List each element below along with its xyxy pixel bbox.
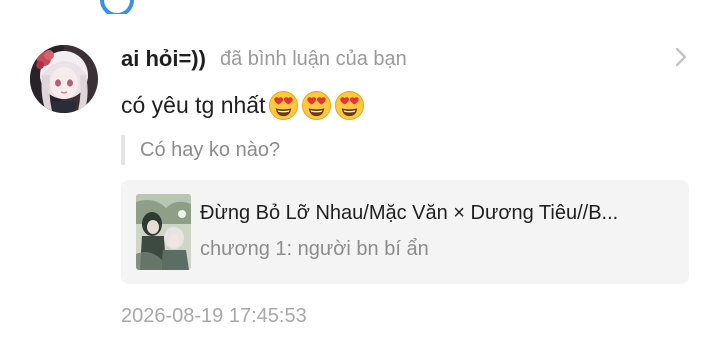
story-cover-image — [136, 194, 191, 270]
story-card[interactable]: Đừng Bỏ Lỡ Nhau/Mặc Văn × Dương Tiêu//B.… — [121, 180, 689, 284]
story-title: Đừng Bỏ Lỡ Nhau/Mặc Văn × Dương Tiêu//B.… — [200, 202, 619, 224]
heart-eyes-emoji-icon — [301, 90, 331, 120]
loading-spinner-icon — [100, 0, 134, 14]
comment-body: có yêu tg nhất — [121, 91, 266, 118]
heart-eyes-emoji-icon — [334, 90, 364, 120]
quoted-comment: Có hay ko nào? — [121, 135, 280, 165]
chevron-right-icon[interactable] — [672, 46, 690, 68]
story-chapter: chương 1: người bn bí ẩn — [200, 238, 429, 260]
username[interactable]: ai hỏi=)) — [121, 46, 206, 72]
action-text: đã bình luận của bạn — [219, 47, 407, 70]
heart-eyes-emoji-icon — [268, 90, 298, 120]
comment-emojis — [268, 90, 367, 121]
comment-text: có yêu tg nhất — [121, 88, 367, 122]
timestamp: 2026-08-19 17:45:53 — [121, 305, 307, 327]
notification-header: ai hỏi=)) đã bình luận của bạn — [121, 43, 407, 75]
avatar[interactable] — [30, 45, 98, 113]
